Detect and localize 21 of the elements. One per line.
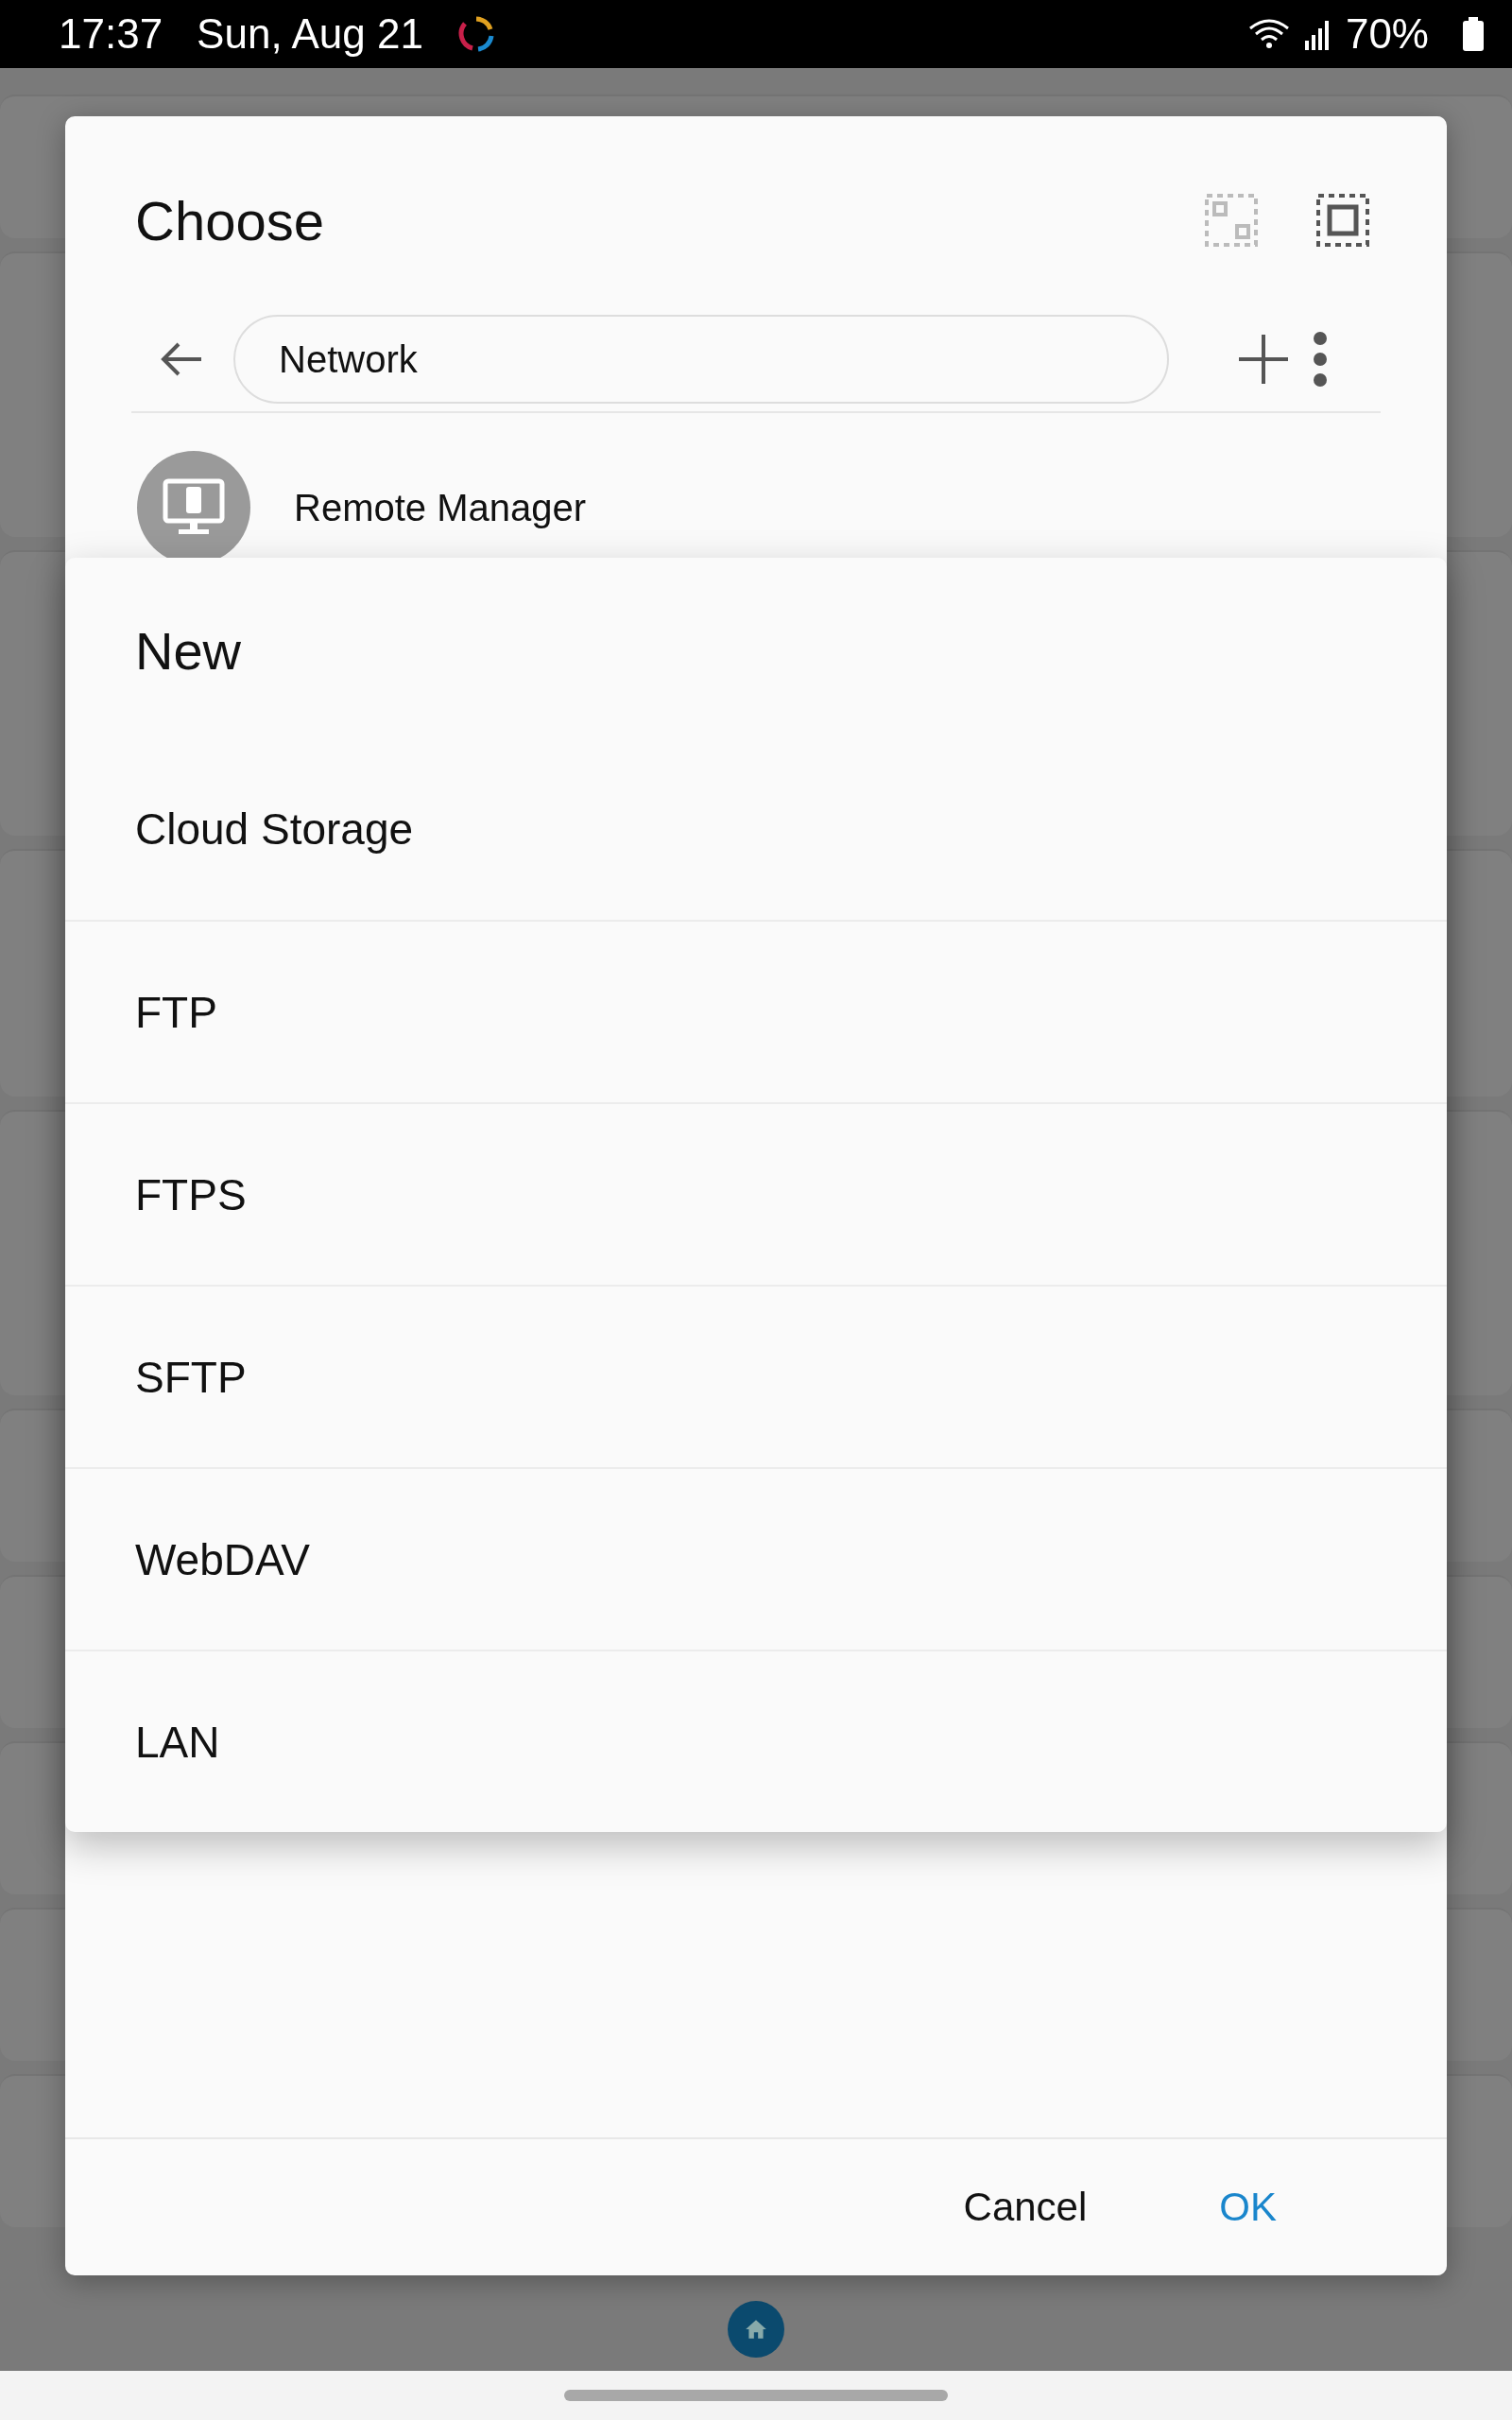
dialog-title: Choose: [135, 188, 324, 252]
status-date: Sun, Aug 21: [197, 10, 423, 58]
menu-item[interactable]: WebDAV: [65, 1467, 1447, 1650]
ok-button[interactable]: OK: [1200, 2175, 1296, 2239]
home-button[interactable]: [728, 2301, 784, 2358]
battery-icon: [1463, 17, 1484, 51]
menu-item[interactable]: LAN: [65, 1650, 1447, 1832]
cancel-button[interactable]: Cancel: [944, 2175, 1107, 2239]
menu-item[interactable]: SFTP: [65, 1285, 1447, 1467]
battery-percent: 70%: [1345, 10, 1429, 58]
gesture-handle[interactable]: [564, 2390, 948, 2401]
status-time: 17:37: [59, 10, 163, 58]
more-options-icon[interactable]: [1311, 331, 1330, 388]
menu-item[interactable]: FTPS: [65, 1102, 1447, 1285]
menu-item[interactable]: FTP: [65, 920, 1447, 1102]
menu-item[interactable]: Cloud Storage: [65, 737, 1447, 920]
add-icon[interactable]: [1237, 333, 1290, 386]
path-field[interactable]: Network: [233, 315, 1169, 404]
select-all-icon[interactable]: [1316, 194, 1369, 247]
sync-icon: [456, 15, 495, 53]
menu-title: New: [134, 620, 243, 683]
